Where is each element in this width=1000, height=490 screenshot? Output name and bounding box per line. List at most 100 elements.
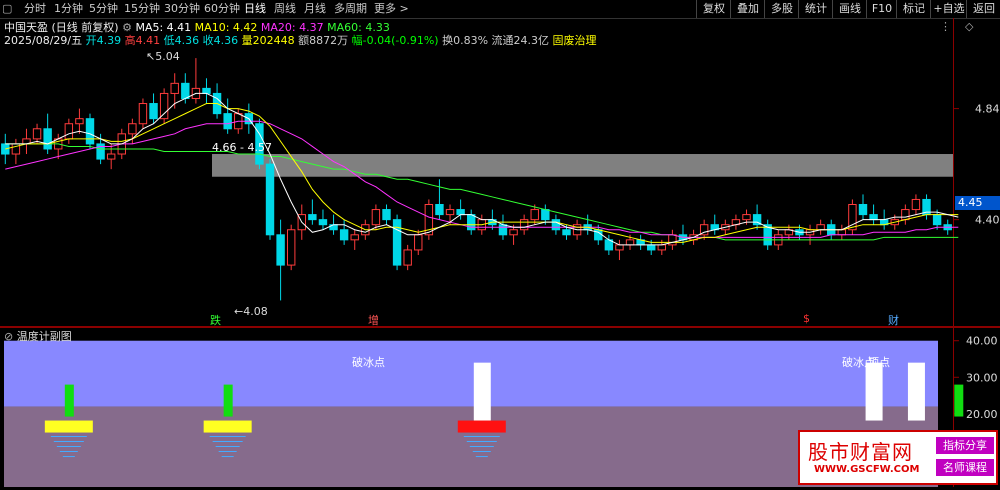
candle-body [911, 198, 921, 211]
candle-body [858, 204, 868, 216]
y-tick-label-0: 4.84 [975, 103, 1000, 116]
candle-body [318, 219, 328, 226]
candle-body [414, 234, 423, 251]
period-tab-7[interactable]: 周线 [274, 1, 296, 17]
range-label: 4.66 - 4.57 [212, 141, 272, 154]
temp-bar-white-4 [907, 362, 925, 421]
peak-label: 顶点 [868, 356, 890, 369]
period-tab-6[interactable]: 日线 [244, 1, 266, 17]
candle-body [170, 82, 179, 94]
candle-body [625, 239, 635, 246]
toolbar-button-7[interactable]: +自选 [930, 0, 967, 18]
quote-value-4: 量202448 [238, 34, 295, 47]
quote-value-8: 流通24.3亿 [488, 34, 550, 47]
panel-title: 温度计副图 [16, 330, 72, 343]
candle-body [276, 234, 285, 266]
candle-body [837, 229, 847, 236]
candle-body [562, 229, 571, 236]
expand-icon[interactable]: ◇ [965, 20, 973, 33]
candle-body [223, 113, 232, 130]
candle-body [64, 123, 74, 140]
quote-date: 2025/08/29/五 [4, 34, 83, 47]
y-tick-label-1: 4.40 [975, 214, 1000, 227]
candle-body [657, 244, 667, 251]
event-marker-drop[interactable]: 跌 [210, 312, 221, 328]
period-tab-3[interactable]: 15分钟 [124, 1, 160, 17]
period-tab-4[interactable]: 30分钟 [164, 1, 200, 17]
period-tab-5[interactable]: 60分钟 [204, 1, 240, 17]
candle-body [435, 204, 444, 216]
high-annotation: ↖5.04 [146, 50, 180, 63]
candle-body [350, 234, 359, 241]
period-toolbar: ▢ 分时 1分钟 5分钟 15分钟 30分钟 60分钟 日线 周线 月线 多周期 更多 > 返回 +自选… [0, 0, 1000, 19]
low-annotation: ←4.08 [234, 305, 268, 318]
candle-body [932, 214, 942, 226]
period-tab-10[interactable]: 更多 > [374, 1, 409, 17]
candle-body [32, 128, 42, 140]
period-tab-1[interactable]: 1分钟 [54, 1, 83, 17]
watermark-tag-courses: 名师课程 [936, 459, 994, 476]
kline-chart[interactable]: 4.84 4.40 中国天盈 (日线 前复权) ⚙ MA5: 4.41 MA10:… [0, 18, 1000, 327]
watermark-logo: 股市财富网 WWW.GSCFW.COM 指标分享 名师课程 [798, 430, 998, 485]
candle-body [901, 209, 910, 221]
toolbar-button-4[interactable]: 画线 [832, 0, 867, 18]
candle-body [519, 219, 529, 231]
panel-icon[interactable]: ▢ [2, 1, 12, 17]
candle-body [445, 209, 455, 216]
candle-body [551, 219, 561, 231]
period-tab-9[interactable]: 多周期 [334, 1, 367, 17]
period-tab-2[interactable]: 5分钟 [89, 1, 118, 17]
candle-body [371, 209, 381, 226]
ellipsis-icon[interactable]: ⋮ [940, 20, 951, 33]
concept-tag[interactable]: 固废治理 [553, 34, 597, 47]
quote-values: 开4.39 高4.41 低4.36 收4.36 量202448 额8872万 幅… [86, 34, 553, 47]
kline-svg: 4.84 4.40 [0, 18, 1000, 327]
period-tab-0[interactable]: 分时 [24, 1, 46, 17]
candle-body [85, 118, 95, 145]
event-marker-increase[interactable]: 增 [368, 312, 379, 328]
toolbar-button-5[interactable]: F10 [866, 0, 897, 18]
candle-body [202, 87, 211, 94]
candle-body [498, 224, 508, 236]
thermo-base-2 [457, 420, 506, 433]
toolbar-button-3[interactable]: 统计 [798, 0, 833, 18]
toolbar-button-1[interactable]: 叠加 [730, 0, 765, 18]
candle-body [615, 244, 624, 251]
candle-body [128, 123, 137, 135]
candle-body [149, 103, 158, 120]
period-tab-8[interactable]: 月线 [304, 1, 326, 17]
temp-bar-green-1 [223, 384, 233, 417]
quote-value-3: 收4.36 [199, 34, 239, 47]
quote-value-1: 高4.41 [121, 34, 161, 47]
thermo-base-0 [44, 420, 93, 433]
sub-tick-label-1: 30.00 [966, 371, 998, 384]
candle-body [138, 103, 148, 125]
candle-body [869, 214, 878, 221]
current-price-tag: 4.45 [955, 196, 1000, 210]
candle-body [392, 219, 402, 266]
watermark-title: 股市财富网 [808, 440, 913, 464]
candle-body [181, 82, 190, 99]
candle-body [75, 118, 84, 125]
panel-header: ⊘ 温度计副图 [4, 328, 72, 344]
candle-body [530, 209, 539, 221]
candle-body [106, 153, 116, 160]
toolbar-button-8[interactable]: 返回 [966, 0, 1000, 18]
ice-break-label-1: 破冰点 [352, 356, 385, 369]
high-price-label: 5.04 [155, 50, 180, 63]
candle-body [382, 209, 391, 221]
sub-tick-label-2: 20.00 [966, 408, 998, 421]
watermark-url: WWW.GSCFW.COM [814, 464, 920, 475]
event-marker-dollar[interactable]: $ [803, 312, 810, 325]
toolbar-button-0[interactable]: 复权 [696, 0, 731, 18]
toolbar-button-6[interactable]: 标记 [896, 0, 931, 18]
panel-toggle-icon[interactable]: ⊘ [4, 330, 13, 343]
candle-body [308, 214, 317, 221]
candle-body [647, 244, 656, 251]
watermark-tag-indicators: 指标分享 [936, 437, 994, 454]
candle-body [541, 209, 550, 221]
quote-value-6: 幅-0.04(-0.91%) [348, 34, 439, 47]
event-marker-finance[interactable]: 财 [888, 312, 899, 328]
quote-value-7: 换0.83% [438, 34, 489, 47]
toolbar-button-2[interactable]: 多股 [764, 0, 799, 18]
